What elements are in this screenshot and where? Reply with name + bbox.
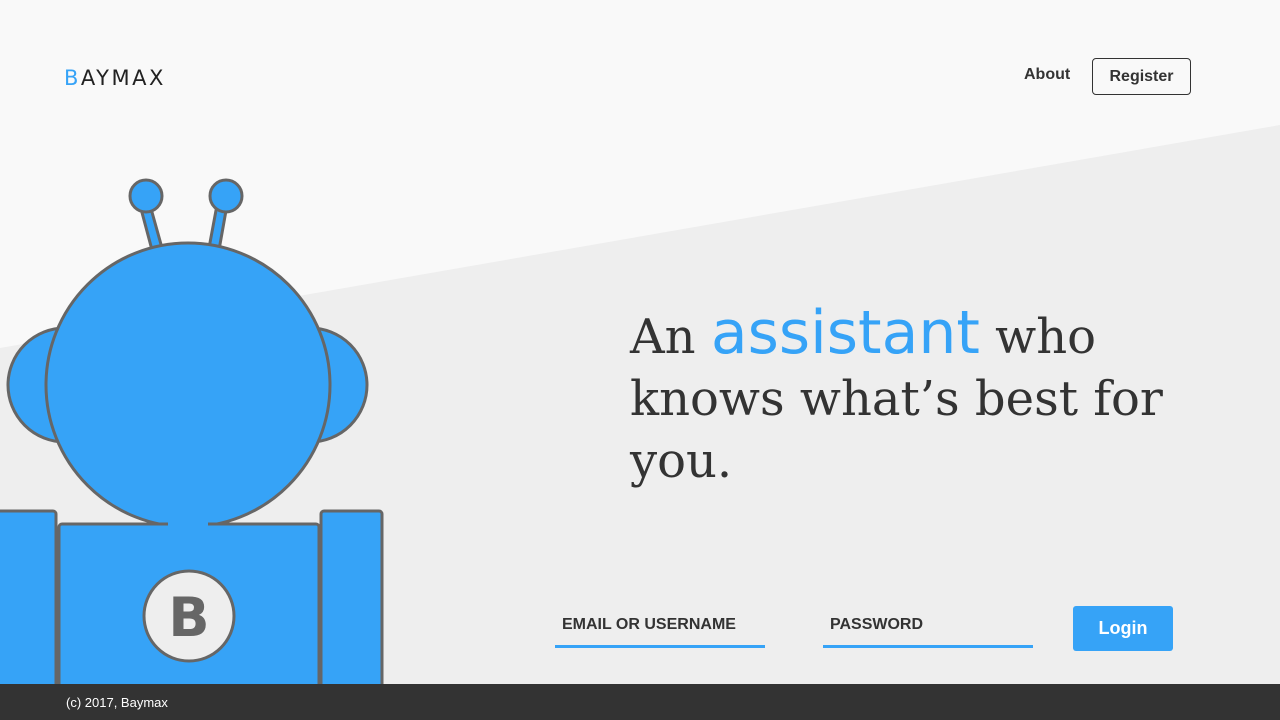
nav-about-link[interactable]: About xyxy=(1024,66,1070,84)
robot-arm-right xyxy=(319,509,384,684)
robot-arm-left xyxy=(0,509,58,684)
logo-text: AYMAX xyxy=(80,66,166,90)
email-field-wrapper xyxy=(555,604,765,648)
email-input[interactable] xyxy=(555,604,765,645)
footer-copyright: (c) 2017, Baymax xyxy=(66,695,168,710)
footer: (c) 2017, Baymax xyxy=(0,684,1280,720)
password-input[interactable] xyxy=(823,604,1033,645)
register-button[interactable]: Register xyxy=(1092,58,1191,95)
hero-accent-word: assistant xyxy=(710,298,980,368)
login-button[interactable]: Login xyxy=(1073,606,1173,651)
robot-illustration: B xyxy=(0,178,384,684)
robot-emblem-letter: B xyxy=(168,586,209,649)
robot-antenna-right-tip xyxy=(208,178,244,214)
hero-headline: An assistant who knows what’s best for y… xyxy=(630,302,1230,492)
password-field-wrapper xyxy=(823,604,1033,648)
hero-prefix: An xyxy=(630,309,696,365)
robot-antenna-left-tip xyxy=(128,178,164,214)
header: B AYMAX About Register xyxy=(0,0,1280,150)
robot-head xyxy=(44,241,332,529)
logo-b-letter: B xyxy=(64,66,81,90)
baymax-logo[interactable]: B AYMAX xyxy=(64,66,166,90)
